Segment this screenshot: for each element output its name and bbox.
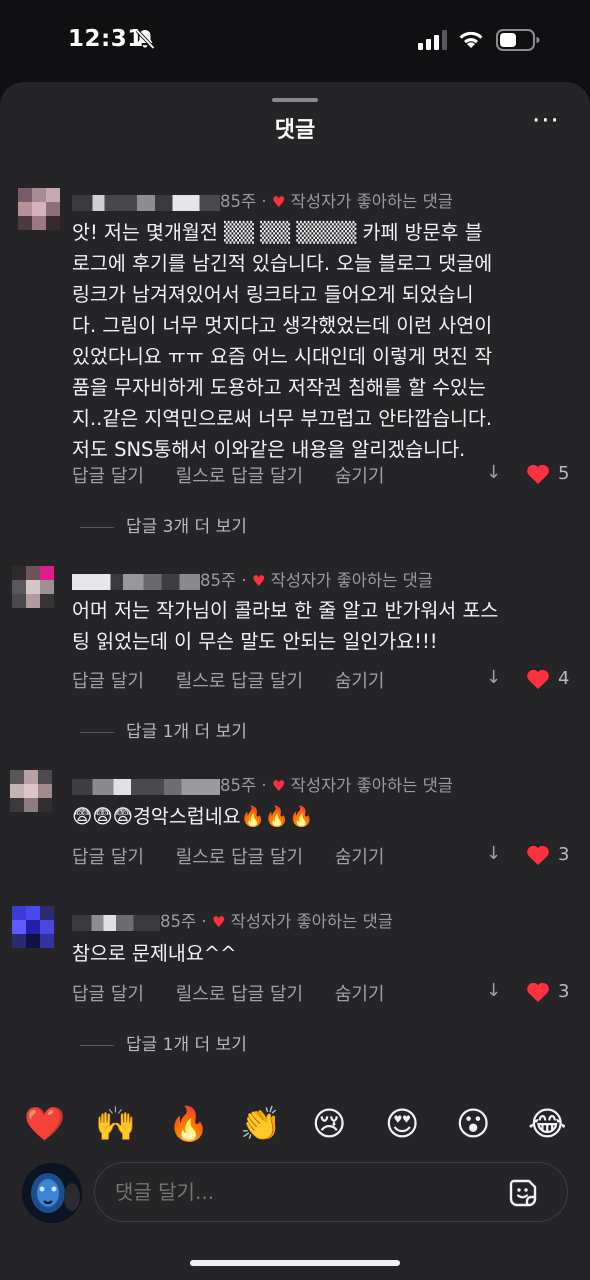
heart-icon[interactable] bbox=[526, 463, 550, 485]
username-blurred[interactable] bbox=[72, 778, 220, 795]
like-count: 3 bbox=[558, 981, 570, 1002]
hide-button[interactable]: 숨기기 bbox=[335, 466, 385, 487]
bell-slash-icon bbox=[135, 29, 155, 50]
comment-actions: 답글 달기 릴스로 답글 달기 숨기기 bbox=[72, 980, 411, 1006]
home-indicator bbox=[190, 1260, 400, 1266]
comment-actions: 답글 달기 릴스로 답글 달기 숨기기 bbox=[72, 462, 411, 488]
reply-button[interactable]: 답글 달기 bbox=[72, 466, 144, 487]
comments-sheet: 댓글 ··· 85주 · ♥ 작성자가 좋아하는 댓글 앗! 저는 몇개월전 ▒… bbox=[0, 82, 590, 1280]
comment-meta: 85주 · ♥ 작성자가 좋아하는 댓글 bbox=[72, 567, 433, 591]
avatar[interactable] bbox=[10, 770, 52, 812]
reply-button[interactable]: 답글 달기 bbox=[72, 671, 144, 692]
wifi-icon bbox=[459, 31, 483, 48]
reels-reply-button[interactable]: 릴스로 답글 달기 bbox=[176, 671, 303, 692]
emoji-heart[interactable]: ❤️ bbox=[24, 1104, 65, 1144]
heart-icon[interactable] bbox=[526, 844, 550, 866]
user-avatar[interactable] bbox=[22, 1163, 82, 1223]
sheet-title: 댓글 bbox=[274, 118, 316, 143]
comment-meta: 85주 · ♥ 작성자가 좋아하는 댓글 bbox=[72, 772, 453, 796]
more-horizontal-icon[interactable]: ··· bbox=[532, 108, 559, 140]
heart-icon[interactable] bbox=[526, 668, 550, 690]
emoji-surprised[interactable]: 😮 bbox=[456, 1104, 490, 1143]
drag-handle[interactable] bbox=[272, 98, 318, 102]
comment-text: 😨😨😨경악스럽네요🔥🔥🔥 bbox=[72, 805, 314, 828]
hide-button[interactable]: 숨기기 bbox=[335, 671, 385, 692]
avatar[interactable] bbox=[12, 906, 54, 948]
emoji-fire[interactable]: 🔥 bbox=[168, 1104, 209, 1144]
divider bbox=[80, 526, 114, 528]
reels-reply-button[interactable]: 릴스로 답글 달기 bbox=[176, 984, 303, 1005]
dislike-arrow-icon[interactable]: ↓ bbox=[486, 667, 501, 688]
status-time: 12:31 bbox=[68, 26, 144, 52]
cellular-signal-icon bbox=[418, 30, 447, 50]
reels-reply-button[interactable]: 릴스로 답글 달기 bbox=[176, 847, 303, 868]
like-count: 5 bbox=[558, 463, 570, 484]
avatar[interactable] bbox=[18, 188, 60, 230]
emoji-crying[interactable]: 😢 bbox=[312, 1104, 346, 1143]
comment-actions: 답글 달기 릴스로 답글 달기 숨기기 bbox=[72, 667, 411, 693]
comment-meta: 85주 · ♥ 작성자가 좋아하는 댓글 bbox=[72, 908, 393, 932]
comment-text: 앗! 저는 몇개월전 ▒▒ ▒▒ ▒▒▒▒ 카페 방문후 블 로그에 후기를 남… bbox=[72, 221, 493, 461]
sticker-icon[interactable] bbox=[507, 1177, 539, 1209]
reply-button[interactable]: 답글 달기 bbox=[72, 984, 144, 1005]
dislike-arrow-icon[interactable]: ↓ bbox=[486, 980, 501, 1001]
view-more-replies[interactable]: 답글 3개 더 보기 bbox=[80, 512, 247, 537]
heart-icon: ♥ bbox=[271, 193, 286, 211]
avatar[interactable] bbox=[12, 566, 54, 608]
heart-icon: ♥ bbox=[211, 913, 226, 931]
heart-icon: ♥ bbox=[251, 572, 266, 590]
emoji-laughing[interactable]: 😂 bbox=[528, 1104, 567, 1143]
username-blurred[interactable] bbox=[72, 573, 200, 590]
comment-actions: 답글 달기 릴스로 답글 달기 숨기기 bbox=[72, 843, 411, 869]
divider bbox=[80, 1044, 114, 1046]
status-bar: 12:31 bbox=[0, 0, 590, 80]
comment-text: 참으로 문제내요^^ bbox=[72, 942, 237, 965]
view-more-replies[interactable]: 답글 1개 더 보기 bbox=[80, 1030, 247, 1055]
reels-reply-button[interactable]: 릴스로 답글 달기 bbox=[176, 466, 303, 487]
view-more-replies[interactable]: 답글 1개 더 보기 bbox=[80, 717, 247, 742]
comment-meta: 85주 · ♥ 작성자가 좋아하는 댓글 bbox=[72, 188, 453, 212]
hide-button[interactable]: 숨기기 bbox=[335, 984, 385, 1005]
emoji-clapping[interactable]: 👏 bbox=[240, 1104, 281, 1144]
battery-icon bbox=[496, 29, 540, 51]
divider bbox=[80, 731, 114, 733]
heart-icon: ♥ bbox=[271, 777, 286, 795]
comment-input[interactable] bbox=[113, 1179, 477, 1205]
username-blurred[interactable] bbox=[72, 914, 160, 931]
comment-composer bbox=[94, 1162, 568, 1222]
emoji-reaction-bar: ❤️ 🙌 🔥 👏 😢 😍 😮 😂 bbox=[0, 1104, 590, 1144]
emoji-heart-eyes[interactable]: 😍 bbox=[385, 1104, 419, 1143]
user-avatar-image bbox=[22, 1163, 82, 1223]
comment-text: 어머 저는 작가님이 콜라보 한 줄 알고 반가워서 포스 팅 읽었는데 이 무… bbox=[72, 599, 499, 653]
reply-button[interactable]: 답글 달기 bbox=[72, 847, 144, 868]
like-count: 3 bbox=[558, 844, 570, 865]
like-count: 4 bbox=[558, 668, 570, 689]
heart-icon[interactable] bbox=[526, 981, 550, 1003]
emoji-raised-hands[interactable]: 🙌 bbox=[95, 1104, 136, 1144]
username-blurred[interactable] bbox=[72, 194, 220, 211]
hide-button[interactable]: 숨기기 bbox=[335, 847, 385, 868]
dislike-arrow-icon[interactable]: ↓ bbox=[486, 462, 501, 483]
dislike-arrow-icon[interactable]: ↓ bbox=[486, 843, 501, 864]
